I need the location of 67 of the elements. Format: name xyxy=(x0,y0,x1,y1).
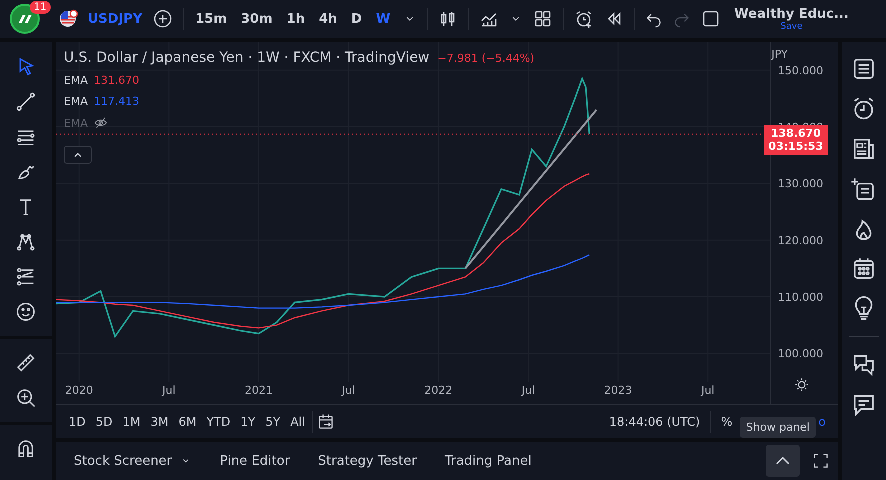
time-axis-label: Jul xyxy=(522,384,536,397)
range-button[interactable]: 6M xyxy=(176,414,200,428)
price-axis-label: 100.000 xyxy=(778,348,824,361)
save-link[interactable]: Save xyxy=(780,22,803,32)
interval-button[interactable]: D xyxy=(349,12,364,26)
chart-title: U.S. Dollar / Japanese Yen · 1W · FXCM · TradingView xyxy=(64,50,430,66)
time-axis-label: 2021 xyxy=(245,384,273,397)
panel-tab[interactable]: Stock Screener xyxy=(66,454,200,468)
zoom-icon[interactable] xyxy=(15,387,37,409)
flag-icon[interactable] xyxy=(58,9,78,29)
indicator-value: 131.670 xyxy=(94,74,140,87)
range-button[interactable]: 5Y xyxy=(262,414,284,428)
fullscreen-icon[interactable] xyxy=(812,452,830,470)
watchlist-icon[interactable] xyxy=(851,56,877,82)
time-axis-label: Jul xyxy=(342,384,356,397)
panel-tab[interactable]: Pine Editor xyxy=(212,454,298,468)
range-button[interactable]: All xyxy=(288,414,308,428)
notification-badge: 11 xyxy=(30,1,51,14)
show-panel-button[interactable] xyxy=(766,445,800,477)
time-axis-label: Jul xyxy=(701,384,715,397)
add-list-icon[interactable] xyxy=(851,176,877,202)
trend-line-icon[interactable] xyxy=(15,91,37,113)
price-axis-label: 130.000 xyxy=(778,178,824,191)
collapse-legend-button[interactable] xyxy=(64,146,92,164)
interval-button[interactable]: 1h xyxy=(284,12,308,26)
range-button[interactable]: 1M xyxy=(120,414,144,428)
range-button[interactable]: 1D xyxy=(66,414,89,428)
hidden-eye-icon[interactable] xyxy=(94,116,108,130)
indicator-label[interactable]: EMA xyxy=(64,95,88,108)
news-icon[interactable] xyxy=(851,136,877,162)
layout-name[interactable]: Wealthy Educ... xyxy=(734,6,849,22)
interval-button[interactable]: 4h xyxy=(317,12,340,26)
currency-label[interactable]: JPY xyxy=(772,48,788,61)
layout-icon[interactable] xyxy=(532,9,553,29)
scale-toggle[interactable]: o xyxy=(816,414,828,428)
price-axis-label: 110.000 xyxy=(778,291,824,304)
panel-tab[interactable]: Trading Panel xyxy=(436,454,540,468)
symbol-name[interactable]: USDJPY xyxy=(88,12,142,26)
time-axis-label: 2023 xyxy=(604,384,632,397)
price-axis-label: 150.000 xyxy=(778,64,824,78)
range-button[interactable]: 3M xyxy=(148,414,172,428)
add-icon[interactable] xyxy=(152,9,172,29)
panel-tab[interactable]: Strategy Tester xyxy=(310,454,425,468)
range-button[interactable]: 1Y xyxy=(238,414,259,428)
interval-button[interactable]: W xyxy=(374,12,393,26)
trend-line[interactable] xyxy=(464,109,598,270)
indicator-value: 117.413 xyxy=(94,95,140,108)
range-button[interactable]: YTD xyxy=(204,414,234,428)
time-axis-label: 2022 xyxy=(424,384,453,397)
price-change: −7.981 (−5.44%) xyxy=(438,52,535,65)
range-button[interactable]: 5D xyxy=(92,414,116,428)
ruler-icon[interactable] xyxy=(15,352,37,374)
indicator-label[interactable]: EMA xyxy=(64,74,88,87)
interval-button[interactable]: 30m xyxy=(239,12,275,26)
interval-button[interactable]: 15m xyxy=(194,12,230,26)
calendar-icon[interactable] xyxy=(851,256,877,282)
settings-icon[interactable] xyxy=(794,377,810,393)
price-axis-label: 120.000 xyxy=(778,234,824,248)
clock-time[interactable]: 18:44:06 (UTC) xyxy=(609,414,700,428)
time-axis-label: 2020 xyxy=(65,384,94,397)
square-icon[interactable] xyxy=(700,9,721,29)
go-to-date-icon[interactable] xyxy=(317,412,336,430)
smiley-icon[interactable] xyxy=(15,301,37,323)
scale-toggle[interactable]: % xyxy=(719,414,735,428)
last-price-tag: 138.670 03:15:53 xyxy=(764,125,828,156)
tooltip: Show panel xyxy=(740,417,816,438)
time-axis-label: Jul xyxy=(162,384,176,397)
